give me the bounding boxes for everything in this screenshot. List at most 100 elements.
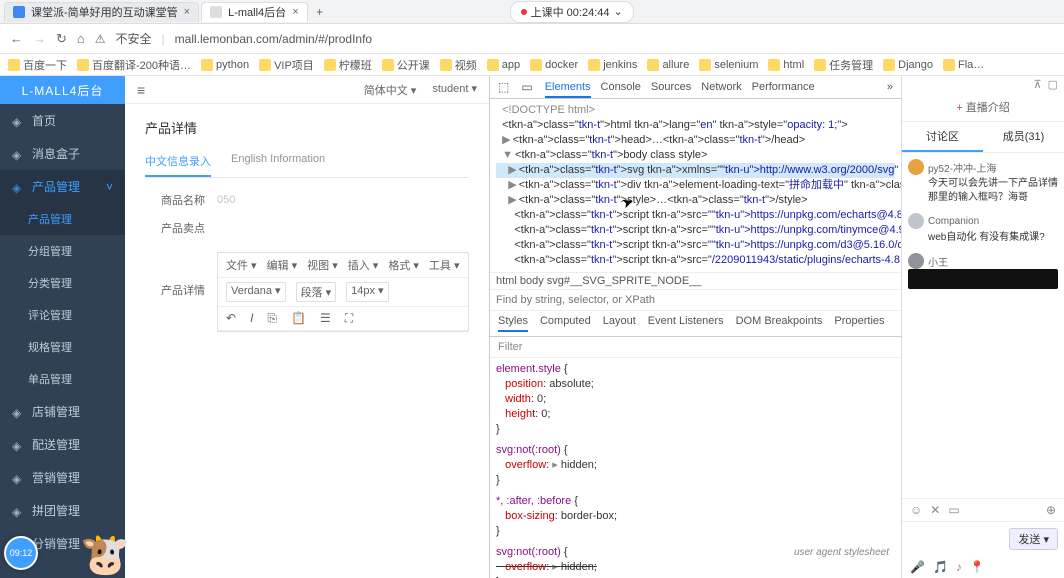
tab-lmall[interactable]: L-mall4后台× <box>201 2 308 22</box>
bookmark-item[interactable]: Django <box>883 59 933 71</box>
devtools-tab[interactable]: Elements <box>545 81 591 98</box>
dom-node[interactable]: ▼<tkn-a">class="tkn-t">body class style> <box>496 148 895 163</box>
devtools-tab[interactable]: Console <box>601 81 641 93</box>
paste-icon[interactable]: 📋 <box>291 311 306 326</box>
sidebar-item[interactable]: ◈产品管理˅ <box>0 170 125 203</box>
sidebar-item[interactable]: ◈消息盒子 <box>0 137 125 170</box>
dom-node[interactable]: ▶<tkn-a">class="tkn-t">div tkn-a">elemen… <box>496 178 895 193</box>
undo-icon[interactable]: ↶ <box>226 311 236 326</box>
bookmark-item[interactable]: python <box>201 59 249 71</box>
bookmark-item[interactable]: html <box>768 59 804 71</box>
bookmark-item[interactable]: 公开课 <box>382 57 430 73</box>
reload-button[interactable]: ↻ <box>56 31 67 47</box>
chat-tab[interactable]: 讨论区 <box>902 122 983 152</box>
bookmark-item[interactable]: 视频 <box>440 57 477 73</box>
user-menu[interactable]: student ▾ <box>432 82 477 98</box>
location-icon[interactable]: 📍 <box>970 560 985 574</box>
editor-menu[interactable]: 文件 ▾ <box>226 257 257 273</box>
sidebar-item[interactable]: ◈配送管理 <box>0 428 125 461</box>
send-button[interactable]: 发送 ▾ <box>1009 528 1058 550</box>
dom-node[interactable]: <tkn-a">class="tkn-t">script tkn-a">src=… <box>496 223 895 238</box>
italic-icon[interactable]: I <box>250 311 253 326</box>
css-rule[interactable]: *, :after, :before { box-sizing: border-… <box>496 494 895 539</box>
note-icon[interactable]: ♪ <box>956 560 962 574</box>
devtools-tab[interactable]: Performance <box>752 81 815 93</box>
form-value[interactable]: 050 <box>217 194 235 206</box>
css-rule[interactable]: svg:not(:root) { overflow: ▸ hidden;} <box>496 443 895 488</box>
add-icon[interactable]: ⊕ <box>1046 503 1056 517</box>
new-tab-button[interactable]: + <box>310 2 330 22</box>
tab-ketangpai[interactable]: 课堂派-简单好用的互动课堂管× <box>4 2 199 22</box>
expand-icon[interactable]: ▢ <box>1048 78 1058 91</box>
styles-tab[interactable]: DOM Breakpoints <box>736 315 823 332</box>
inspect-icon[interactable]: ⬚ <box>498 80 509 94</box>
more-tabs-icon[interactable]: » <box>887 81 893 93</box>
styles-tab[interactable]: Styles <box>498 315 528 332</box>
emoji-icon[interactable]: ☺ <box>910 503 922 517</box>
dom-node[interactable]: ▶<tkn-a">class="tkn-t">style>…<tkn-a">cl… <box>496 193 895 208</box>
sidebar-item[interactable]: ◈营销管理 <box>0 461 125 494</box>
bookmark-item[interactable]: Fla… <box>943 59 984 71</box>
editor-menu[interactable]: 视图 ▾ <box>307 257 338 273</box>
dom-tree[interactable]: <!DOCTYPE html> <tkn-a">class="tkn-t">ht… <box>490 99 901 272</box>
editor-select[interactable]: 14px ▾ <box>346 282 388 302</box>
fullscreen-icon[interactable]: ▭ <box>948 503 959 517</box>
floating-time-badge[interactable]: 09:12 <box>4 536 38 570</box>
css-rule[interactable]: svg:not(:root) {user agent stylesheet ov… <box>496 545 895 578</box>
pin-icon[interactable]: ⊼ <box>1034 78 1042 91</box>
lang-selector[interactable]: 简体中文 ▾ <box>364 82 417 98</box>
recording-indicator[interactable]: 上课中 00:24:44⌄ <box>510 1 634 23</box>
dom-node[interactable]: ▶<tkn-a">class="tkn-t">svg tkn-a">xmlns=… <box>496 163 895 178</box>
editor-menu[interactable]: 工具 ▾ <box>429 257 460 273</box>
sidebar-item[interactable]: ◈店铺管理 <box>0 395 125 428</box>
fullscreen-icon[interactable]: ⛶ <box>345 311 353 326</box>
bookmark-item[interactable]: jenkins <box>588 59 637 71</box>
url-text[interactable]: mall.lemonban.com/admin/#/prodInfo <box>175 32 372 46</box>
chat-messages[interactable]: py52-冲冲-上海今天可以会先讲一下产品详情 那里的输入框吗？海哥Compan… <box>902 153 1064 498</box>
chat-tab[interactable]: 成员(31) <box>983 122 1064 152</box>
bookmark-item[interactable]: selenium <box>699 59 758 71</box>
devtools-tab[interactable]: Network <box>701 81 741 93</box>
bookmark-item[interactable]: allure <box>647 59 689 71</box>
sidebar-subitem[interactable]: 规格管理 <box>0 331 125 363</box>
styles-body[interactable]: element.style { position: absolute; widt… <box>490 358 901 578</box>
dom-node[interactable]: <!DOCTYPE html> <box>496 103 895 118</box>
rich-editor[interactable]: 文件 ▾编辑 ▾视图 ▾插入 ▾格式 ▾工具 ▾ Verdana ▾段落 ▾14… <box>217 252 469 332</box>
music-icon[interactable]: 🎵 <box>933 560 948 574</box>
forward-button[interactable]: → <box>33 31 46 46</box>
find-input[interactable] <box>496 294 895 306</box>
hamburger-icon[interactable]: ≡ <box>137 82 145 98</box>
styles-tab[interactable]: Properties <box>834 315 884 332</box>
dom-node[interactable]: ▶<tkn-a">class="tkn-t">head>…<tkn-a">cla… <box>496 133 895 148</box>
copy-icon[interactable]: ⎘ <box>267 311 277 326</box>
styles-tab[interactable]: Event Listeners <box>648 315 724 332</box>
bookmark-item[interactable]: 柠檬班 <box>324 57 372 73</box>
bookmark-item[interactable]: 百度一下 <box>8 57 67 73</box>
dom-node[interactable]: <tkn-a">class="tkn-t">html tkn-a">lang="… <box>496 118 895 133</box>
mic-icon[interactable]: 🎤 <box>910 560 925 574</box>
bookmark-item[interactable]: 百度翻译-200种语… <box>77 57 191 73</box>
sidebar-subitem[interactable]: 产品管理 <box>0 203 125 235</box>
bookmark-item[interactable]: VIP项目 <box>259 57 314 73</box>
close-icon[interactable]: × <box>292 6 298 18</box>
device-icon[interactable]: ▭ <box>521 80 532 94</box>
bookmark-item[interactable]: 任务管理 <box>814 57 873 73</box>
lang-tab[interactable]: English Information <box>231 147 325 177</box>
css-rule[interactable]: element.style { position: absolute; widt… <box>496 362 895 437</box>
editor-menu[interactable]: 插入 ▾ <box>348 257 379 273</box>
devtools-tab[interactable]: Sources <box>651 81 691 93</box>
sidebar-subitem[interactable]: 评论管理 <box>0 299 125 331</box>
sidebar-subitem[interactable]: 分组管理 <box>0 235 125 267</box>
editor-select[interactable]: 段落 ▾ <box>296 282 337 302</box>
styles-tab[interactable]: Computed <box>540 315 591 332</box>
dom-node[interactable]: <tkn-a">class="tkn-t">script tkn-a">src=… <box>496 253 895 268</box>
sidebar-item[interactable]: ◈首页 <box>0 104 125 137</box>
home-button[interactable]: ⌂ <box>77 31 85 46</box>
lang-tab[interactable]: 中文信息录入 <box>145 147 211 177</box>
styles-tab[interactable]: Layout <box>603 315 636 332</box>
dom-node[interactable]: <tkn-a">class="tkn-t">script tkn-a">src=… <box>496 208 895 223</box>
bookmark-item[interactable]: app <box>487 59 520 71</box>
editor-select[interactable]: Verdana ▾ <box>226 282 286 302</box>
sidebar-subitem[interactable]: 单品管理 <box>0 363 125 395</box>
mute-icon[interactable]: ✕ <box>930 503 940 517</box>
